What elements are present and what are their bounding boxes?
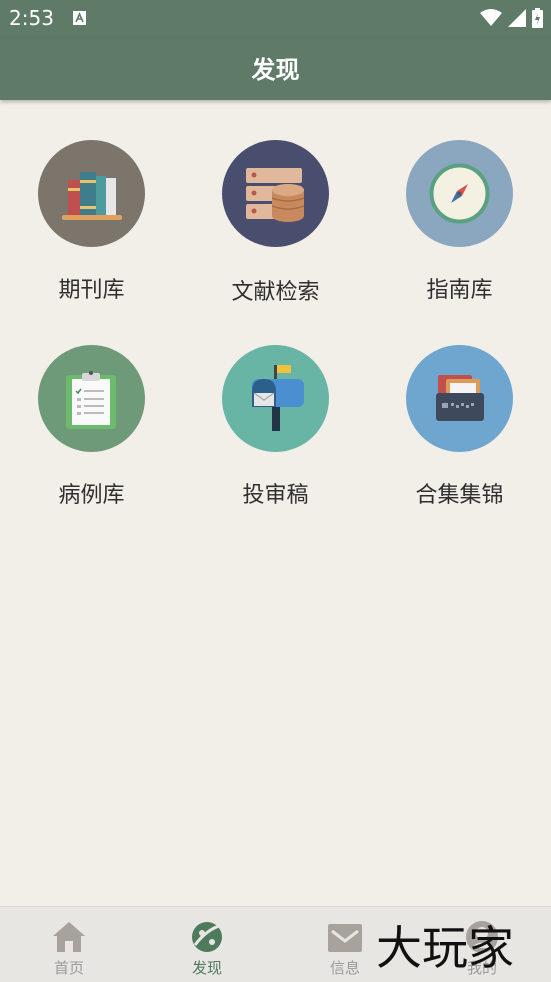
tile-case-library[interactable]: 病例库 xyxy=(0,345,183,545)
app-bar: 发现 xyxy=(0,38,551,100)
watermark: 大玩家 xyxy=(376,921,514,975)
home-icon xyxy=(53,922,85,952)
books-icon xyxy=(38,140,145,247)
wifi-icon xyxy=(480,9,502,26)
mailbox-icon xyxy=(222,345,329,452)
tile-label: 文献检索 xyxy=(231,280,320,305)
mail-icon xyxy=(328,924,362,952)
tile-label: 指南库 xyxy=(426,278,493,303)
nav-item-home[interactable]: 首页 xyxy=(0,907,138,982)
nav-label: 首页 xyxy=(53,959,84,977)
nav-label: 发现 xyxy=(191,959,222,977)
keyboard-a-icon xyxy=(73,11,86,25)
page-title: 发现 xyxy=(251,56,300,84)
tile-journal-library[interactable]: 期刊库 xyxy=(0,140,183,340)
compass-icon xyxy=(406,140,513,247)
tile-label: 期刊库 xyxy=(58,278,125,303)
tile-submit-review[interactable]: 投审稿 xyxy=(184,345,367,545)
tile-label: 合集集锦 xyxy=(415,483,504,508)
database-icon xyxy=(222,140,329,247)
clipboard-icon xyxy=(38,345,145,452)
tile-label: 病例库 xyxy=(58,483,125,508)
tile-collections[interactable]: 合集集锦 xyxy=(368,345,551,545)
status-time: 2:53 xyxy=(9,6,54,30)
tile-label: 投审稿 xyxy=(242,483,309,508)
tile-literature-search[interactable]: 文献检索 xyxy=(184,140,367,340)
signal-icon xyxy=(508,9,526,27)
tile-guide-library[interactable]: 指南库 xyxy=(368,140,551,340)
discover-icon xyxy=(192,922,223,952)
status-bar: 2:53 xyxy=(0,0,551,38)
folder-icon xyxy=(406,345,513,452)
nav-item-discover[interactable]: 发现 xyxy=(138,907,276,982)
battery-icon xyxy=(532,8,543,28)
